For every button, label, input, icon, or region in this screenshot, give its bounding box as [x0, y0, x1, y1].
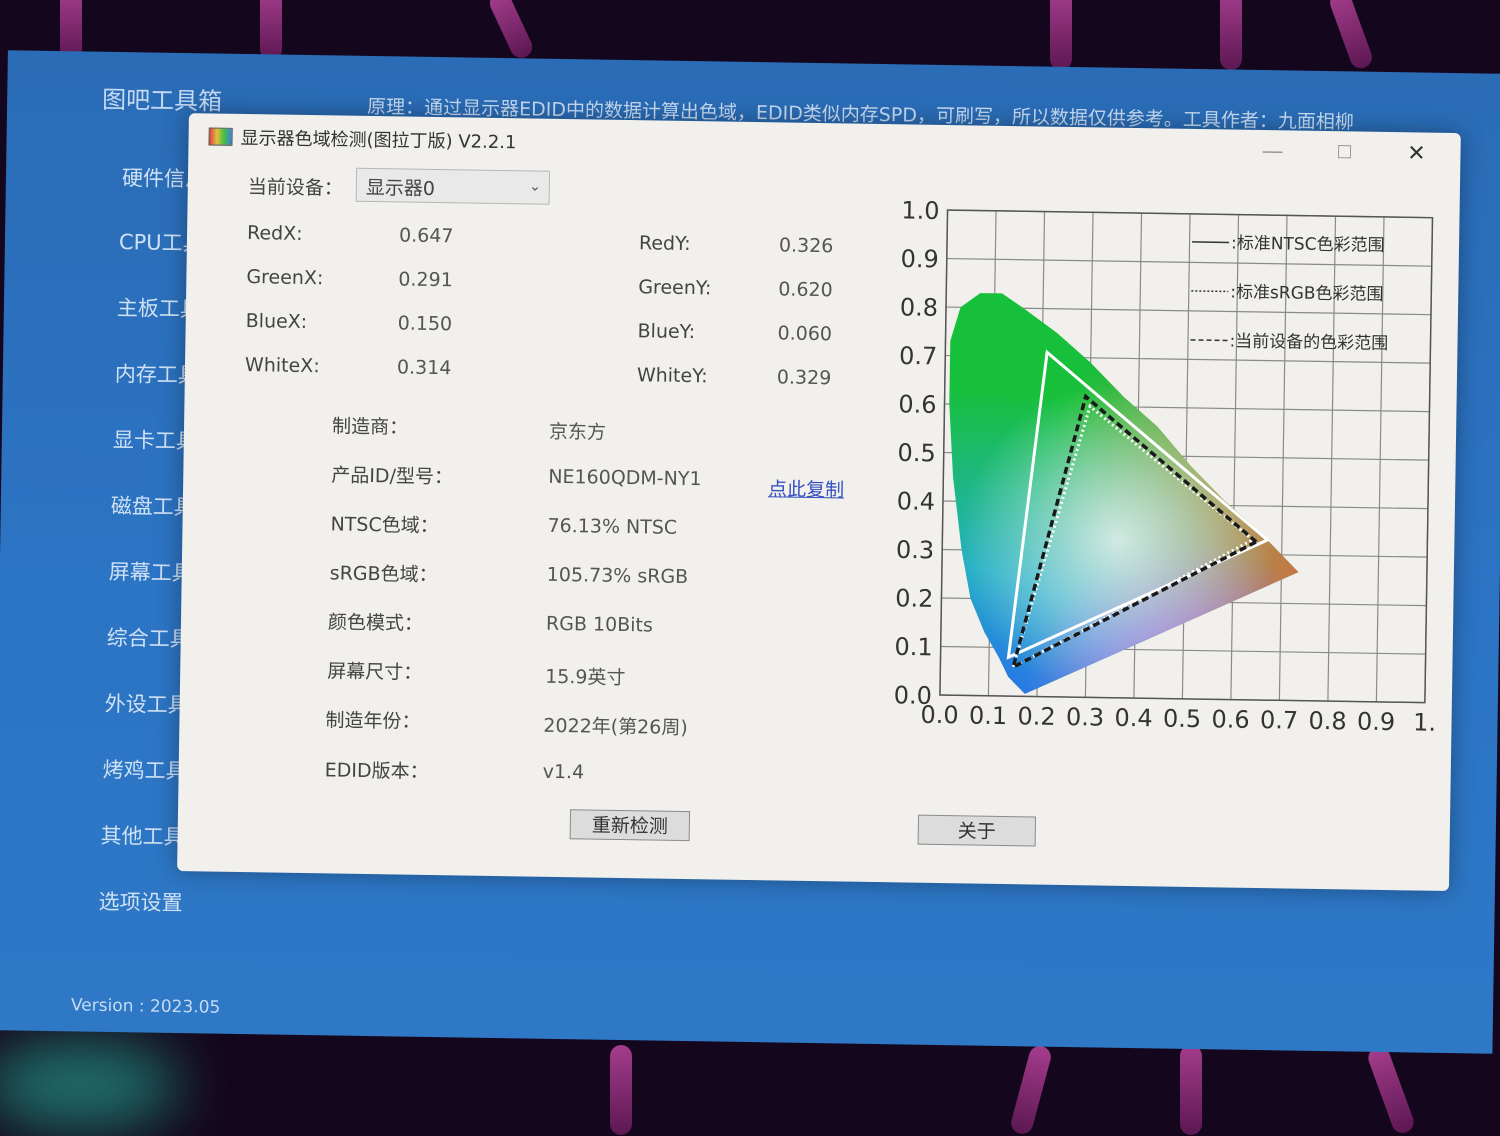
background-decoration — [610, 1045, 632, 1135]
manufacture-year-value: 2022年(第26周) — [543, 714, 688, 740]
legend-marker-0 — [1192, 241, 1230, 244]
y-tick-label: 0.2 — [895, 584, 934, 613]
srgb-gamut-value: 105.73% sRGB — [546, 563, 689, 589]
cie-gamut-chart: 0.00.00.10.10.20.20.30.30.40.40.50.50.60… — [894, 196, 1437, 737]
x-tick-label: 0.6 — [1211, 705, 1250, 734]
x-tick-label: 0.2 — [1017, 702, 1056, 731]
product-id-label: 产品ID/型号： — [331, 464, 454, 489]
green-y-value: 0.620 — [778, 278, 833, 302]
x-tick-label: 0.9 — [1357, 708, 1396, 737]
chevron-down-icon: ⌄ — [529, 178, 541, 195]
x-tick-label: 0.3 — [1066, 703, 1105, 732]
x-tick-label: 0.5 — [1163, 705, 1202, 734]
sidebar-item-other-tools[interactable]: 其他工具 — [100, 820, 184, 851]
maximize-button[interactable]: ☐ — [1324, 137, 1364, 170]
y-tick-label: 0.9 — [900, 245, 939, 274]
background-decoration — [260, 0, 282, 60]
spectral-locus — [944, 292, 1303, 699]
toolbox-app-window: 图吧工具箱 原理：通过显示器EDID中的数据计算出色域，EDID类似内存SPD，… — [0, 50, 1500, 1054]
green-x-value: 0.291 — [398, 268, 453, 292]
y-tick-label: 0.4 — [897, 487, 936, 516]
y-tick-label: 0.7 — [899, 342, 938, 371]
sidebar-item-general-tools[interactable]: 综合工具 — [107, 622, 191, 653]
sidebar-item-stress-test-tools[interactable]: 烤鸡工具 — [102, 754, 186, 785]
copy-link[interactable]: 点此复制 — [768, 474, 844, 502]
green-x-label: GreenX: — [246, 266, 324, 290]
manufacturer-label: 制造商： — [331, 415, 409, 439]
red-y-value: 0.326 — [778, 234, 834, 258]
blue-y-value: 0.060 — [777, 322, 833, 346]
screen-size-label: 屏幕尺寸： — [327, 660, 423, 684]
background-decoration — [1180, 1045, 1202, 1135]
close-button[interactable]: ✕ — [1396, 138, 1436, 171]
app-title: 图吧工具箱 — [101, 85, 223, 116]
edid-version-label: EDID版本： — [324, 759, 429, 783]
red-x-label: RedX: — [246, 222, 303, 245]
device-label: 当前设备： — [247, 176, 344, 200]
y-tick-label: 0.5 — [897, 439, 936, 468]
sidebar-item-peripheral-tools[interactable]: 外设工具 — [104, 688, 189, 719]
red-y-label: RedY: — [638, 232, 691, 256]
ntsc-gamut-label: NTSC色域： — [330, 513, 439, 538]
y-tick-label: 1.0 — [901, 196, 940, 225]
y-tick-label: 0.8 — [900, 293, 939, 322]
x-tick-label: 0.4 — [1114, 704, 1153, 733]
background-decoration — [1050, 0, 1072, 70]
background-decoration — [1008, 1043, 1054, 1136]
x-tick-label: 0.8 — [1308, 707, 1347, 736]
background-decoration — [0, 1040, 180, 1130]
legend-marker-2 — [1190, 339, 1228, 342]
legend-label-0: :标准NTSC色彩范围 — [1231, 234, 1385, 256]
legend-marker-1 — [1191, 290, 1229, 293]
sidebar-item-screen-tools[interactable]: 屏幕工具 — [109, 556, 193, 587]
srgb-gamut-label: sRGB色域： — [329, 562, 438, 587]
minimize-button[interactable]: — — [1252, 136, 1292, 169]
dialog-title: 显示器色域检测(图拉丁版) V2.2.1 — [240, 127, 517, 154]
background-decoration — [1220, 0, 1242, 70]
x-tick-label: 0.7 — [1260, 706, 1299, 735]
device-select-value: 显示器0 — [365, 176, 436, 201]
screen-size-value: 15.9英寸 — [544, 665, 626, 690]
background-decoration — [1326, 0, 1376, 72]
blue-y-label: BlueY: — [637, 320, 696, 344]
legend-label-1: :标准sRGB色彩范围 — [1230, 283, 1384, 305]
device-select[interactable]: 显示器0 ⌄ — [355, 167, 551, 205]
about-button[interactable]: 关于 — [917, 814, 1037, 847]
background-decoration — [1365, 1043, 1417, 1136]
x-tick-label: 0.1 — [969, 701, 1008, 730]
white-y-value: 0.329 — [776, 366, 832, 390]
color-mode-label: 颜色模式： — [327, 611, 424, 635]
y-tick-label: 0.3 — [896, 536, 935, 565]
x-tick-label: 1. — [1413, 708, 1436, 736]
color-gamut-dialog: 显示器色域检测(图拉丁版) V2.2.1 — ☐ ✕ 当前设备： 显示器0 ⌄ … — [177, 113, 1461, 892]
y-tick-label: 0.1 — [894, 633, 933, 662]
y-tick-label: 0.0 — [894, 681, 933, 710]
blue-x-value: 0.150 — [397, 312, 453, 336]
red-x-value: 0.647 — [398, 224, 454, 248]
green-y-label: GreenY: — [638, 276, 712, 300]
y-tick-label: 0.6 — [898, 390, 937, 419]
white-x-value: 0.314 — [396, 356, 452, 380]
redetect-button[interactable]: 重新检测 — [569, 809, 691, 842]
manufacture-year-label: 制造年份： — [325, 709, 421, 733]
monitor-icon — [208, 127, 233, 146]
background-decoration — [486, 0, 536, 62]
white-x-label: WhiteX: — [244, 354, 320, 378]
ntsc-gamut-value: 76.13% NTSC — [547, 514, 678, 539]
blue-x-label: BlueX: — [245, 310, 308, 334]
edid-version-value: v1.4 — [542, 760, 585, 784]
product-id-value: NE160QDM-NY1 — [548, 465, 702, 491]
legend-label-2: :当前设备的色彩范围 — [1229, 332, 1388, 354]
color-mode-value: RGB 10Bits — [545, 612, 654, 637]
white-y-label: WhiteY: — [636, 364, 708, 388]
manufacturer-value: 京东方 — [548, 420, 607, 444]
sidebar-item-settings[interactable]: 选项设置 — [98, 886, 182, 917]
app-version: Version : 2023.05 — [70, 995, 221, 1018]
